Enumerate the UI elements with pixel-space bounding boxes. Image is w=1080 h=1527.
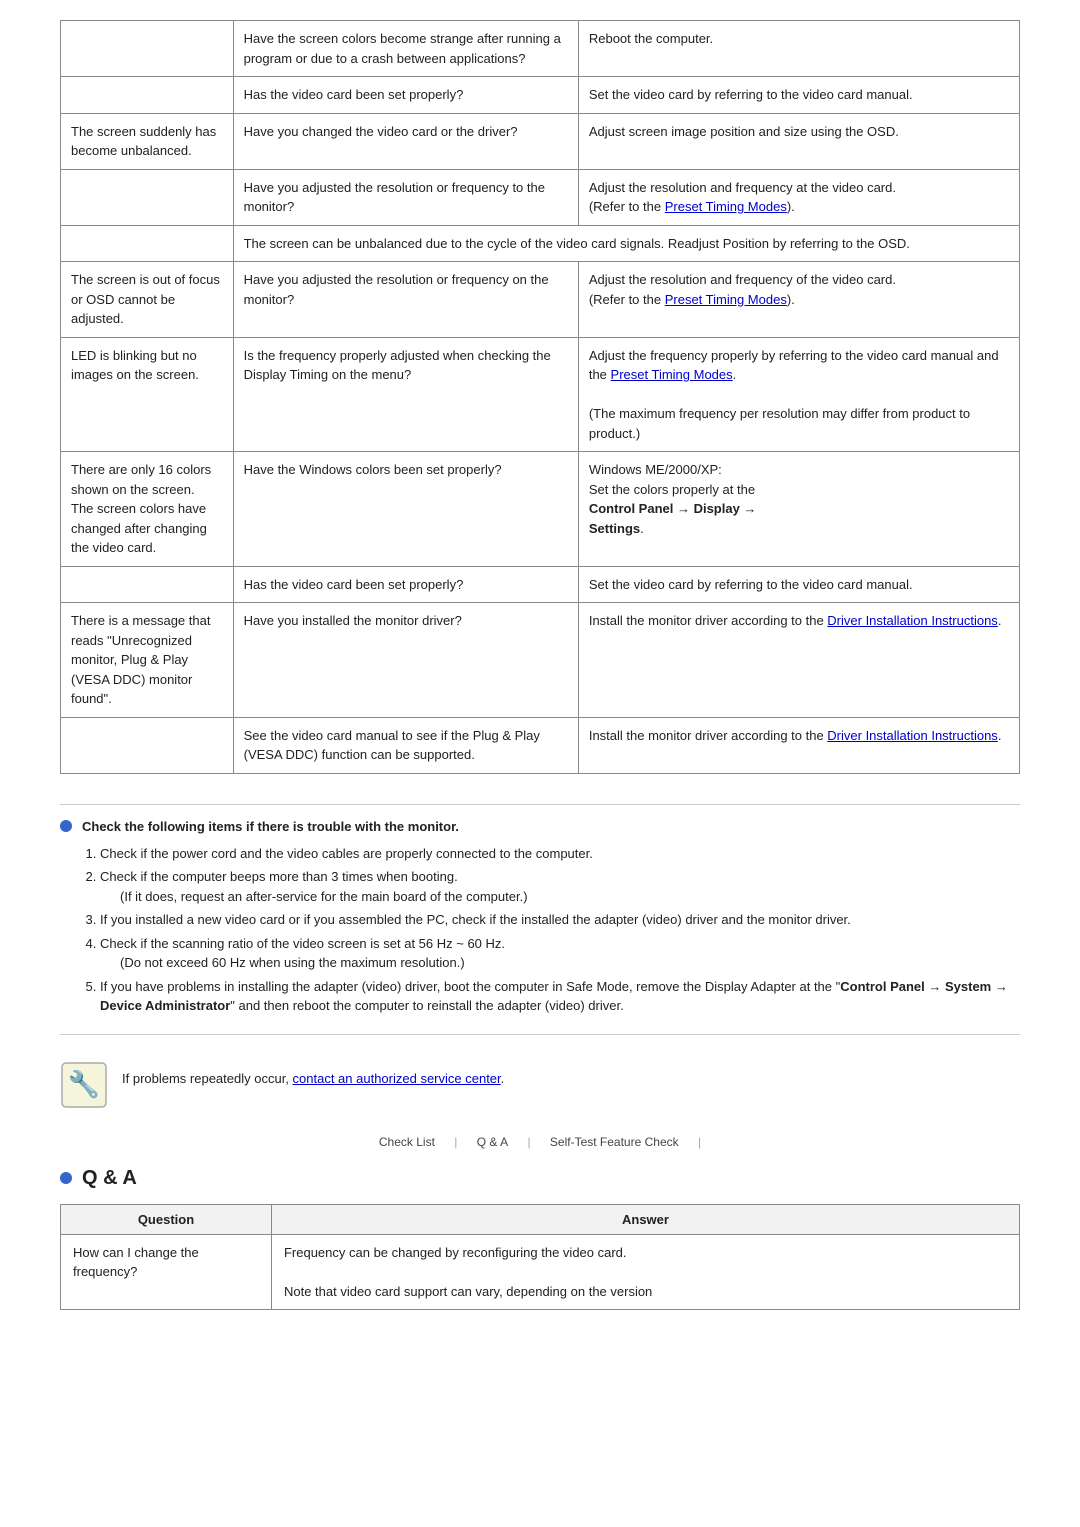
check-cell: Have you installed the monitor driver? [233, 603, 578, 718]
check-cell: Has the video card been set properly? [233, 77, 578, 114]
qa-col-answer: Answer [271, 1204, 1019, 1234]
solution-cell: Windows ME/2000/XP:Set the colors proper… [578, 452, 1019, 567]
problem-cell: The screen suddenly has become unbalance… [61, 113, 234, 169]
tab-check-list[interactable]: Check List [379, 1135, 435, 1149]
table-row: There are only 16 colors shown on the sc… [61, 452, 1020, 567]
problem-cell [61, 566, 234, 603]
service-center-link[interactable]: contact an authorized service center [293, 1071, 501, 1086]
solution-cell: Adjust the resolution and frequency of t… [578, 262, 1019, 338]
warning-text: If problems repeatedly occur, contact an… [122, 1061, 504, 1089]
problem-cell [61, 225, 234, 262]
check-cell: Has the video card been set properly? [233, 566, 578, 603]
blue-dot-icon-qa [60, 1172, 72, 1184]
driver-instructions-link1[interactable]: Driver Installation Instructions [827, 613, 998, 628]
list-item: Check if the scanning ratio of the video… [100, 934, 1020, 973]
problem-cell [61, 169, 234, 225]
problem-cell: There are only 16 colors shown on the sc… [61, 452, 234, 567]
qa-col-question: Question [61, 1204, 272, 1234]
nav-tabs: Check List | Q & A | Self-Test Feature C… [60, 1135, 1020, 1149]
check-cell-wide: The screen can be unbalanced due to the … [233, 225, 1019, 262]
problem-cell [61, 21, 234, 77]
problem-cell [61, 717, 234, 773]
qa-section: Q & A Question Answer How can I change t… [60, 1167, 1020, 1311]
problem-cell [61, 77, 234, 114]
qa-title: Q & A [82, 1167, 137, 1190]
check-cell: Is the frequency properly adjusted when … [233, 337, 578, 452]
separator3: | [698, 1135, 701, 1149]
check-header-text: Check the following items if there is tr… [82, 819, 459, 834]
check-cell: Have you changed the video card or the d… [233, 113, 578, 169]
table-row: Have you adjusted the resolution or freq… [61, 169, 1020, 225]
problem-cell: There is a message that reads "Unrecogni… [61, 603, 234, 718]
table-row: The screen suddenly has become unbalance… [61, 113, 1020, 169]
table-row: Have the screen colors become strange af… [61, 21, 1020, 77]
trouble-table: Have the screen colors become strange af… [60, 20, 1020, 774]
check-header: Check the following items if there is tr… [60, 819, 1020, 834]
solution-cell: Set the video card by referring to the v… [578, 77, 1019, 114]
tab-self-test[interactable]: Self-Test Feature Check [550, 1135, 679, 1149]
qa-table: Question Answer How can I change the fre… [60, 1204, 1020, 1311]
check-section: Check the following items if there is tr… [60, 804, 1020, 1035]
blue-dot-icon [60, 820, 72, 832]
solution-cell: Reboot the computer. [578, 21, 1019, 77]
check-cell: See the video card manual to see if the … [233, 717, 578, 773]
solution-cell: Adjust screen image position and size us… [578, 113, 1019, 169]
qa-row: How can I change the frequency? Frequenc… [61, 1234, 1020, 1310]
table-row: The screen is out of focus or OSD cannot… [61, 262, 1020, 338]
qa-header: Q & A [60, 1167, 1020, 1190]
page: Have the screen colors become strange af… [0, 0, 1080, 1350]
table-row: Has the video card been set properly? Se… [61, 566, 1020, 603]
preset-timing-link2[interactable]: Preset Timing Modes [665, 292, 787, 307]
tab-qa[interactable]: Q & A [477, 1135, 508, 1149]
preset-timing-link[interactable]: Preset Timing Modes [665, 199, 787, 214]
qa-question: How can I change the frequency? [61, 1234, 272, 1310]
list-item: Check if the power cord and the video ca… [100, 844, 1020, 864]
preset-timing-link3[interactable]: Preset Timing Modes [611, 367, 733, 382]
svg-text:🔧: 🔧 [68, 1068, 100, 1099]
table-row: LED is blinking but no images on the scr… [61, 337, 1020, 452]
table-row: There is a message that reads "Unrecogni… [61, 603, 1020, 718]
check-cell: Have the Windows colors been set properl… [233, 452, 578, 567]
solution-cell: Install the monitor driver according to … [578, 603, 1019, 718]
list-item: If you have problems in installing the a… [100, 977, 1020, 1016]
warning-icon: 🔧 [60, 1061, 108, 1109]
problem-cell: LED is blinking but no images on the scr… [61, 337, 234, 452]
list-item: Check if the computer beeps more than 3 … [100, 867, 1020, 906]
driver-instructions-link2[interactable]: Driver Installation Instructions [827, 728, 998, 743]
warning-box: 🔧 If problems repeatedly occur, contact … [60, 1053, 1020, 1117]
solution-cell: Adjust the frequency properly by referri… [578, 337, 1019, 452]
table-row: See the video card manual to see if the … [61, 717, 1020, 773]
separator2: | [527, 1135, 530, 1149]
table-row: The screen can be unbalanced due to the … [61, 225, 1020, 262]
table-row: Has the video card been set properly? Se… [61, 77, 1020, 114]
list-item: If you installed a new video card or if … [100, 910, 1020, 930]
qa-answer: Frequency can be changed by reconfigurin… [271, 1234, 1019, 1310]
solution-cell: Set the video card by referring to the v… [578, 566, 1019, 603]
check-list: Check if the power cord and the video ca… [90, 844, 1020, 1016]
problem-cell: The screen is out of focus or OSD cannot… [61, 262, 234, 338]
check-cell: Have you adjusted the resolution or freq… [233, 262, 578, 338]
qa-header-row: Question Answer [61, 1204, 1020, 1234]
solution-cell: Install the monitor driver according to … [578, 717, 1019, 773]
check-cell: Have the screen colors become strange af… [233, 21, 578, 77]
solution-cell: Adjust the resolution and frequency at t… [578, 169, 1019, 225]
check-cell: Have you adjusted the resolution or freq… [233, 169, 578, 225]
separator1: | [454, 1135, 457, 1149]
